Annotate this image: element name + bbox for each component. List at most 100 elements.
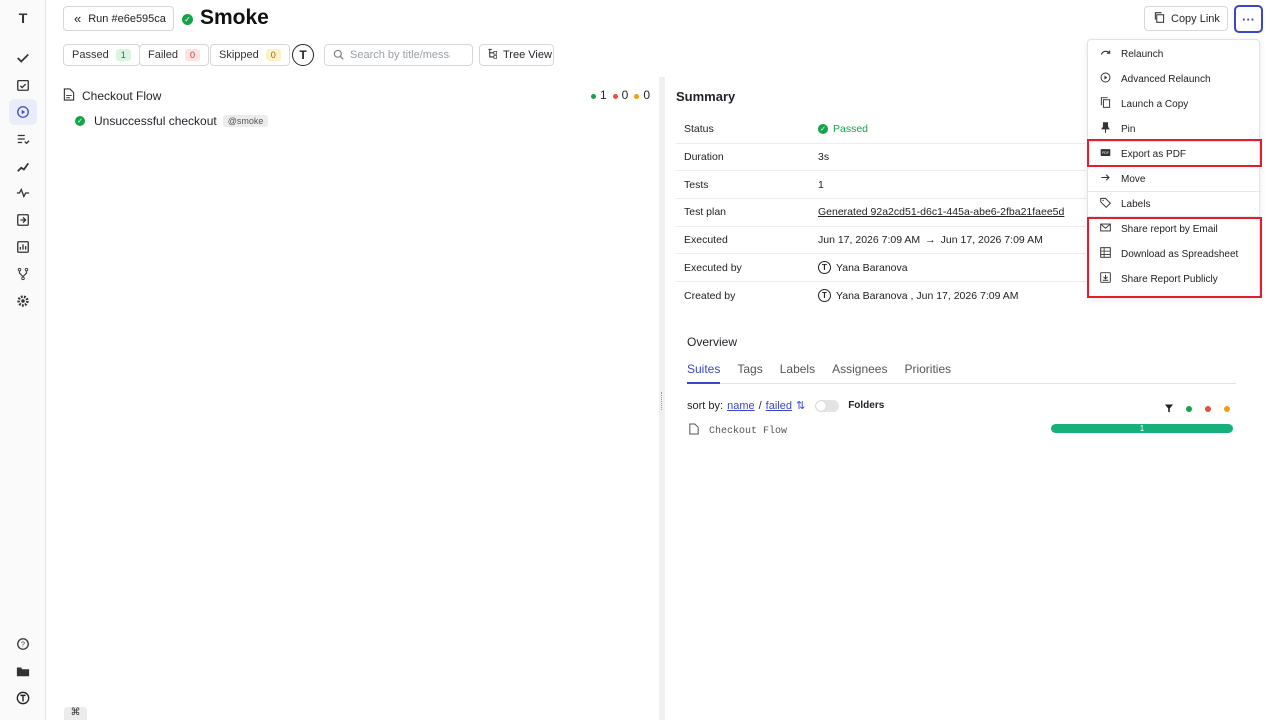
user-avatar-icon: T (818, 289, 831, 303)
test-title: Unsuccessful checkout (94, 114, 217, 128)
executed-by-value: Yana Baranova (836, 261, 908, 274)
summary-key: Status (684, 123, 714, 136)
tree-view-button[interactable]: Tree View (479, 44, 554, 66)
sort-by-name-link[interactable]: name (727, 400, 755, 412)
sort-label: sort by: (687, 399, 724, 412)
suite-skipped-count: 0 (643, 88, 650, 102)
passed-check-icon: ✓ (75, 116, 85, 126)
suite-counts: 1 0 0 (590, 88, 650, 102)
menu-item-move[interactable]: Move (1088, 168, 1261, 190)
suite-passed-count: 1 (599, 88, 607, 102)
more-dots-icon: ··· (1242, 11, 1255, 27)
command-shortcut-icon[interactable]: ⌘ (64, 707, 87, 720)
import-icon[interactable] (9, 207, 37, 233)
sort-direction-icon[interactable]: ⇅ (796, 399, 805, 412)
relaunch-icon (1100, 47, 1111, 61)
clipboard-check-icon[interactable] (9, 72, 37, 98)
settings-gear-icon[interactable] (9, 288, 37, 314)
runs-play-icon[interactable] (9, 99, 37, 125)
filter-skipped[interactable]: Skipped 0 (210, 44, 290, 66)
back-to-run-button[interactable]: « Run #e6e595ca (63, 6, 174, 31)
menu-item-pin[interactable]: Pin (1088, 118, 1261, 140)
menu-label: Labels (1121, 198, 1151, 210)
help-icon[interactable]: ? (9, 631, 37, 657)
summary-key: Duration (684, 151, 724, 164)
suite-failed-count: 0 (621, 88, 629, 102)
test-row[interactable]: ✓ Unsuccessful checkout @smoke (75, 114, 269, 128)
failed-filter-dot[interactable] (1205, 405, 1211, 412)
menu-label: Relaunch (1121, 48, 1164, 60)
sort-separator: / (758, 399, 762, 412)
suite-progress-bar: 1 (1051, 424, 1233, 433)
menu-label: Move (1121, 173, 1146, 185)
search-icon (333, 48, 344, 63)
passed-filter-dot[interactable] (1186, 405, 1192, 412)
run-label: Run #e6e595ca (88, 12, 166, 25)
tests-value: 1 (818, 178, 824, 191)
summary-row: Status ✓ Passed (676, 116, 1086, 144)
menu-item-relaunch[interactable]: Relaunch (1088, 43, 1261, 65)
user-avatar-icon[interactable] (9, 685, 37, 711)
file-icon (63, 88, 75, 104)
user-avatar-icon: T (818, 261, 831, 275)
analytics-icon[interactable] (9, 234, 37, 260)
filter-failed-label: Failed (148, 49, 178, 61)
resize-handle-icon[interactable] (661, 392, 663, 410)
arrow-right-icon (1100, 172, 1111, 186)
passed-count-badge: 1 (115, 49, 131, 61)
filter-passed[interactable]: Passed 1 (63, 44, 140, 66)
skipped-filter-dot[interactable] (1224, 405, 1230, 412)
menu-item-launch-copy[interactable]: Launch a Copy (1088, 93, 1261, 115)
summary-table: Status ✓ Passed Duration 3s Tests 1 Test … (676, 116, 1086, 310)
overview-suite-row[interactable]: Checkout Flow (689, 423, 787, 439)
tab-priorities[interactable]: Priorities (904, 362, 951, 384)
play-circle-icon (1100, 72, 1111, 86)
tab-labels[interactable]: Labels (780, 362, 815, 384)
highlight-export-pdf (1087, 139, 1262, 167)
folders-toggle[interactable] (815, 399, 840, 412)
suite-row[interactable]: Checkout Flow 1 0 0 (63, 88, 658, 104)
folder-icon[interactable] (9, 658, 37, 684)
branch-icon[interactable] (9, 261, 37, 287)
pin-icon (1100, 122, 1111, 136)
search-box[interactable] (324, 44, 473, 66)
more-options-button[interactable]: ··· (1234, 5, 1263, 33)
file-icon (689, 423, 699, 439)
sort-by-failed-link[interactable]: failed (766, 400, 792, 412)
status-filter-dots (1165, 401, 1230, 416)
copy-link-label: Copy Link (1171, 12, 1220, 25)
menu-label: Launch a Copy (1121, 98, 1189, 110)
menu-item-advanced-relaunch[interactable]: Advanced Relaunch (1088, 68, 1261, 90)
checkmark-icon[interactable] (9, 45, 37, 71)
copy-link-button[interactable]: Copy Link (1144, 6, 1228, 31)
pulse-icon[interactable] (9, 180, 37, 206)
search-input[interactable] (350, 49, 450, 61)
svg-text:?: ? (21, 642, 25, 649)
passed-check-icon: ✓ (818, 124, 828, 135)
summary-row: Duration 3s (676, 144, 1086, 172)
tree-view-label: Tree View (503, 49, 552, 61)
menu-item-labels[interactable]: Labels (1088, 193, 1261, 215)
summary-row: Tests 1 (676, 171, 1086, 200)
summary-row: Created by T Yana Baranova , Jun 17, 2026… (676, 282, 1086, 310)
executed-end: Jun 17, 2026 7:09 AM (940, 234, 1043, 247)
tab-tags[interactable]: Tags (737, 362, 762, 384)
tab-suites[interactable]: Suites (687, 362, 721, 384)
failed-count-badge: 0 (184, 49, 200, 61)
filter-skipped-label: Skipped (219, 49, 259, 61)
summary-key: Test plan (684, 206, 727, 219)
filter-failed[interactable]: Failed 0 (139, 44, 209, 66)
steps-icon[interactable] (9, 153, 37, 179)
list-check-icon[interactable] (9, 126, 37, 152)
tree-view-icon (487, 48, 498, 62)
tab-assignees[interactable]: Assignees (832, 362, 887, 384)
test-plan-link[interactable]: Generated 92a2cd51-d6c1-445a-abe6-2fba21… (818, 206, 1064, 218)
copy-icon (1154, 11, 1165, 26)
app-logo-icon[interactable]: T (9, 5, 37, 31)
brand-filter-icon[interactable]: T (292, 44, 314, 66)
summary-key: Executed (684, 234, 728, 247)
double-chevron-left-icon: « (74, 11, 82, 26)
filter-funnel-icon[interactable] (1165, 401, 1173, 416)
folders-label: Folders (848, 400, 885, 411)
highlight-share-group (1087, 217, 1262, 298)
